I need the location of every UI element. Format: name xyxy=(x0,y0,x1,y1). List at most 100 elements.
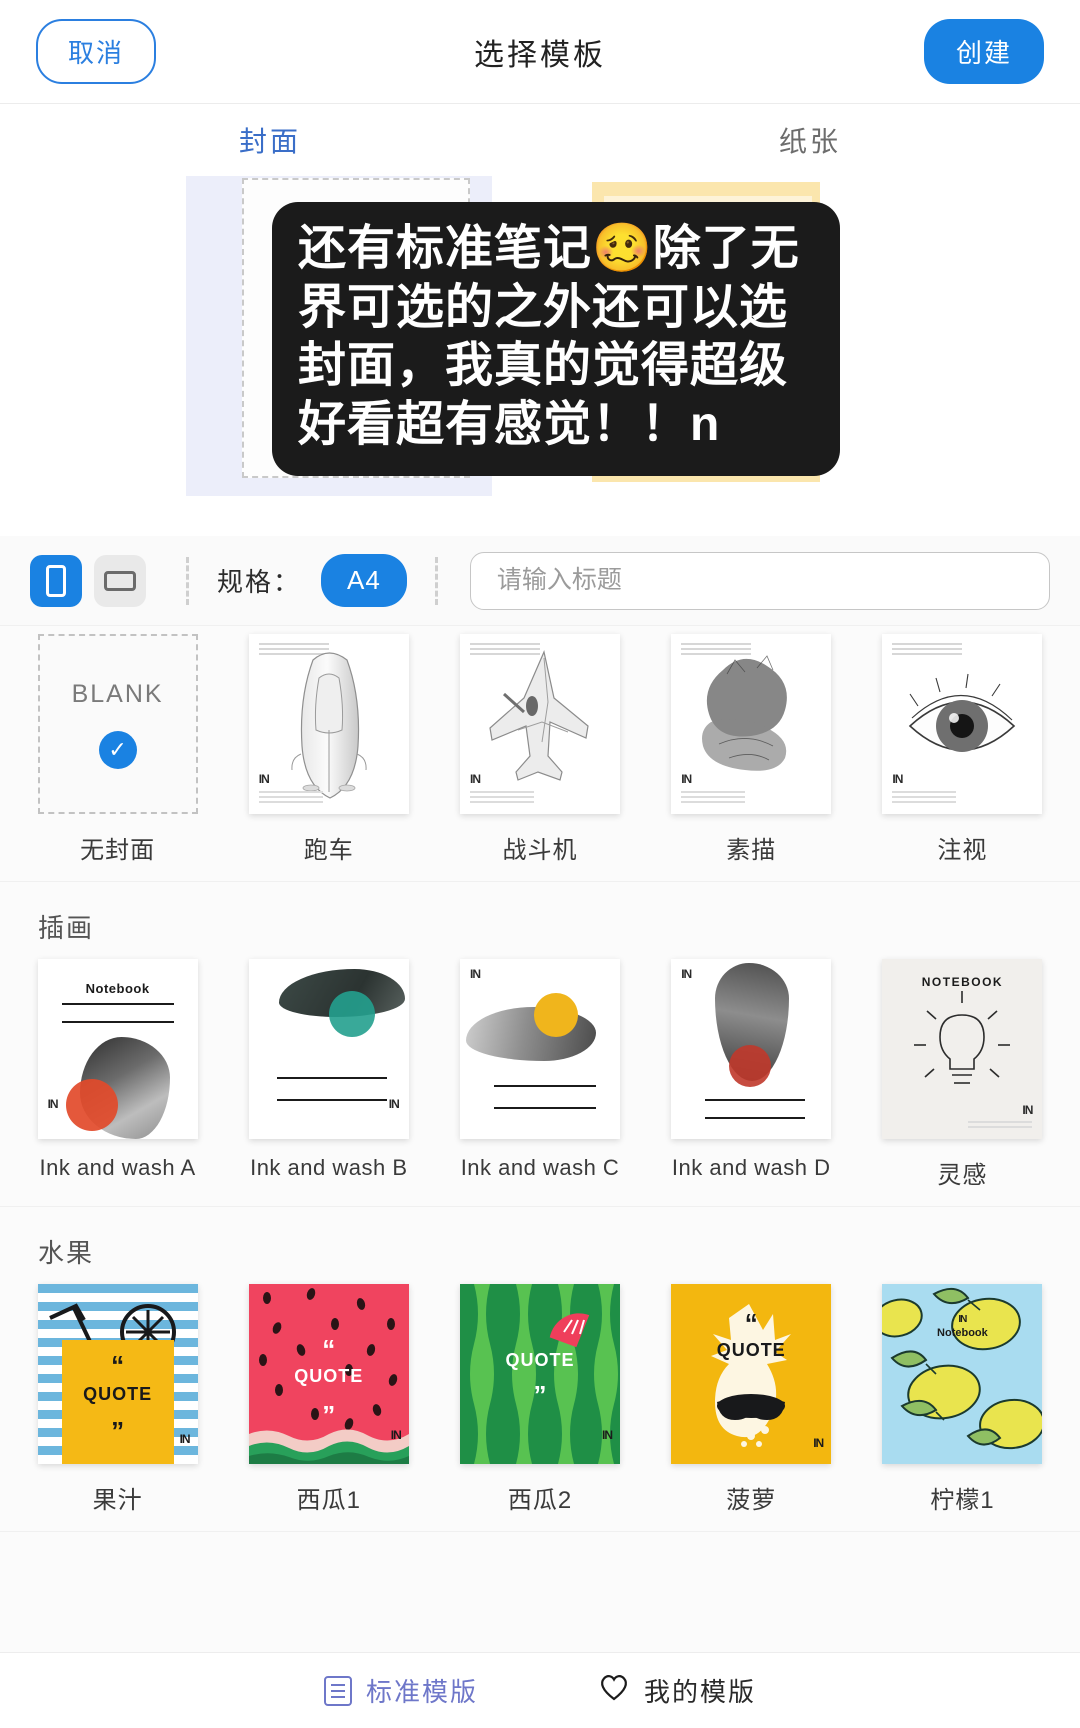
template-picker-screen: 取消 选择模板 创建 封面 纸张 BLANK 还有标准笔记🥴除了无界可选的之外还… xyxy=(0,0,1080,1728)
sketch-footer-lines xyxy=(470,791,534,806)
rule-line xyxy=(494,1085,596,1087)
cover-text-wrap: IN Notebook xyxy=(882,1314,1042,1339)
rule-line xyxy=(705,1117,806,1119)
template-label: Ink and wash D xyxy=(671,1155,831,1180)
thumbnail-eye[interactable]: IN xyxy=(882,634,1043,814)
tab-cover[interactable]: 封面 xyxy=(0,104,540,176)
lightbulb-icon xyxy=(914,991,1011,1084)
template-label: 跑车 xyxy=(303,837,354,864)
template-label: 灵感 xyxy=(937,1162,988,1189)
template-card-pineapple[interactable]: “ QUOTE IN 菠萝 xyxy=(656,1284,847,1531)
thumbnail-lemon[interactable]: IN Notebook xyxy=(882,1284,1043,1464)
brand-logo: IN xyxy=(602,1428,613,1442)
section-title: 水果 xyxy=(38,1238,95,1268)
sketch-footer-lines xyxy=(968,1121,1033,1131)
rule-line xyxy=(61,1021,174,1023)
template-card-ink-c[interactable]: IN Ink and wash C xyxy=(444,959,635,1206)
accent-circle xyxy=(534,993,578,1037)
brand-logo: IN xyxy=(258,772,270,786)
thumbnail-watermelon-2[interactable]: QUOTE ” IN xyxy=(460,1284,620,1464)
create-button[interactable]: 创建 xyxy=(923,19,1044,84)
check-icon: ✓ xyxy=(98,730,137,769)
sketch-footer-lines xyxy=(681,791,746,806)
thumbnail-blank[interactable]: BLANK ✓ xyxy=(37,634,198,814)
template-card-lemon[interactable]: IN Notebook 柠檬1 xyxy=(867,1284,1058,1531)
orientation-portrait-button[interactable] xyxy=(30,554,82,607)
orientation-landscape-button[interactable] xyxy=(94,554,146,607)
template-row: Notebook IN Ink and wash A IN Ink and wa… xyxy=(0,951,1080,1206)
quote-text: QUOTE xyxy=(83,1384,153,1404)
thumbnail-bulb[interactable]: NOTEBOOK IN xyxy=(882,959,1043,1139)
header-bar: 取消 选择模板 创建 xyxy=(0,0,1080,104)
template-card-watermelon-1[interactable]: “ QUOTE ” IN 西瓜1 xyxy=(233,1284,424,1531)
thumbnail-fighter-jet[interactable]: IN xyxy=(460,634,620,814)
template-card-ink-a[interactable]: Notebook IN Ink and wash A xyxy=(22,959,213,1206)
cats-sketch-art xyxy=(702,655,788,771)
brand-logo: IN xyxy=(892,772,903,786)
thumbnail-ink-d[interactable]: IN xyxy=(671,959,832,1139)
cover-text: Notebook xyxy=(937,1327,988,1339)
template-label: 战斗机 xyxy=(502,837,578,864)
landscape-icon xyxy=(104,570,136,591)
rule-line xyxy=(494,1107,596,1109)
template-card-sports-car[interactable]: IN 跑车 xyxy=(233,634,424,881)
template-list[interactable]: BLANK ✓ 无封面 IN 跑车 IN 战斗机 IN 素描 IN 注视 插画 … xyxy=(0,626,1080,1656)
section-illustration: 插画 Notebook IN Ink and wash A IN Ink and… xyxy=(0,882,1080,1207)
quote-close-mark: ” xyxy=(322,1400,336,1430)
brand-logo: IN xyxy=(470,967,481,981)
bottom-bar: 标准模版 我的模版 xyxy=(0,1652,1080,1728)
template-card-ink-b[interactable]: IN Ink and wash B xyxy=(233,959,424,1206)
thumbnail-ink-b[interactable]: IN xyxy=(248,959,409,1139)
rule-line xyxy=(276,1077,387,1079)
brand-logo: IN xyxy=(388,1097,400,1111)
title-input[interactable] xyxy=(469,551,1050,610)
sketch-footer-lines xyxy=(258,791,323,806)
eye-sketch-art xyxy=(909,673,1016,752)
quote-open-mark: “ xyxy=(744,1308,758,1338)
template-card-sketch[interactable]: IN 素描 xyxy=(656,634,847,881)
template-card-no-cover[interactable]: BLANK ✓ 无封面 xyxy=(22,634,213,881)
brand-logo: IN xyxy=(681,967,692,981)
thumbnail-ink-a[interactable]: Notebook IN xyxy=(37,959,198,1139)
template-label: 菠萝 xyxy=(726,1487,777,1514)
thumbnail-pineapple[interactable]: “ QUOTE IN xyxy=(671,1284,832,1464)
thumbnail-watermelon-1[interactable]: “ QUOTE ” IN xyxy=(248,1284,409,1464)
bottom-tab-my-templates[interactable]: 我的模版 xyxy=(598,1672,756,1709)
divider xyxy=(186,556,189,605)
rule-line xyxy=(276,1099,387,1101)
brand-logo: IN xyxy=(47,1097,59,1111)
template-card-juice[interactable]: “ QUOTE ” IN 果汁 xyxy=(22,1284,213,1531)
thumbnail-juice[interactable]: “ QUOTE ” IN xyxy=(37,1284,198,1464)
template-card-fighter-jet[interactable]: IN 战斗机 xyxy=(444,634,635,881)
cover-text: Notebook xyxy=(85,981,150,996)
accent-circle xyxy=(65,1079,118,1131)
quote-text: QUOTE xyxy=(294,1366,364,1386)
section-fruit: 水果 “ QUOTE ” IN 果汁 “ QUOTE ” IN 西瓜1 QUOT… xyxy=(0,1207,1080,1532)
heart-icon xyxy=(598,1672,630,1709)
page-title: 选择模板 xyxy=(474,38,606,72)
thumbnail-ink-c[interactable]: IN xyxy=(460,959,620,1139)
lemon-pattern xyxy=(882,1287,1043,1450)
accent-circle xyxy=(729,1045,772,1087)
template-label: Ink and wash B xyxy=(250,1155,408,1180)
jet-sketch-art xyxy=(489,650,589,781)
template-label: 无封面 xyxy=(80,837,156,864)
list-icon xyxy=(323,1675,352,1706)
car-sketch-art xyxy=(291,652,367,799)
bottom-tab-label: 我的模版 xyxy=(644,1677,757,1707)
template-card-inspiration[interactable]: NOTEBOOK IN 灵感 xyxy=(867,959,1058,1206)
thumbnail-sketch-cats[interactable]: IN xyxy=(671,634,832,814)
brand-logo: IN xyxy=(390,1428,402,1442)
tab-paper[interactable]: 纸张 xyxy=(540,104,1080,176)
quote-open-mark: “ xyxy=(322,1334,336,1364)
blank-label: BLANK xyxy=(71,679,164,708)
thumbnail-sports-car[interactable]: IN xyxy=(248,634,409,814)
rule-line xyxy=(61,1003,174,1005)
brand-logo: IN xyxy=(681,772,692,786)
brand-logo: IN xyxy=(813,1436,824,1450)
template-card-watermelon-2[interactable]: QUOTE ” IN 西瓜2 xyxy=(444,1284,635,1531)
spec-value-chip[interactable]: A4 xyxy=(321,554,407,607)
template-card-gaze[interactable]: IN 注视 xyxy=(867,634,1058,881)
template-card-ink-d[interactable]: IN Ink and wash D xyxy=(656,959,847,1206)
bottom-tab-standard-templates[interactable]: 标准模版 xyxy=(323,1672,478,1709)
